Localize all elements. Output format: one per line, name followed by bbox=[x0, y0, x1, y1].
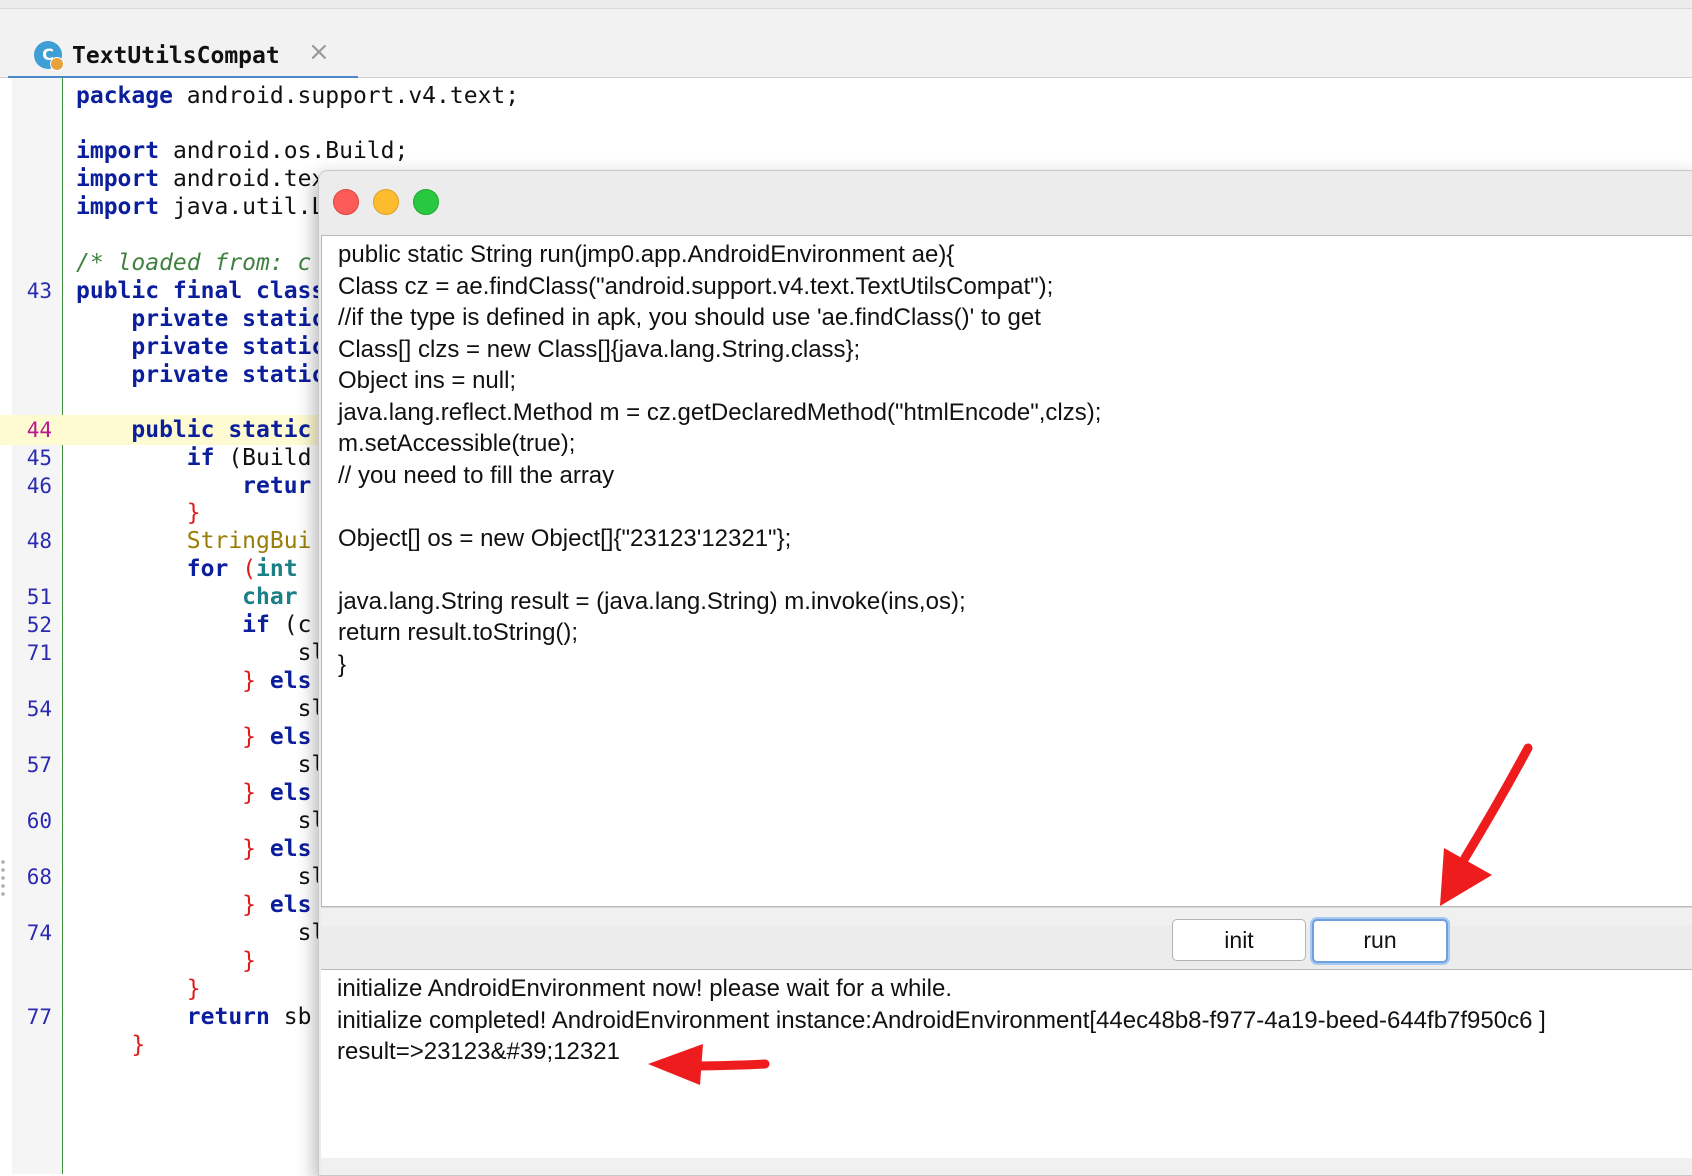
line-number: 44 bbox=[26, 418, 52, 442]
window-titlebar[interactable] bbox=[319, 171, 1692, 235]
script-line: //if the type is defined in apk, you sho… bbox=[338, 304, 1041, 331]
code-text: android.support.v4.text; bbox=[172, 83, 520, 109]
tab-title: TextUtilsCompat bbox=[72, 43, 280, 69]
line-number: 57 bbox=[26, 753, 52, 777]
keyword: els bbox=[269, 724, 312, 750]
script-line: Class cz = ae.findClass("android.support… bbox=[338, 273, 1054, 300]
horizontal-scrollbar[interactable] bbox=[321, 907, 1692, 926]
minimize-window-button[interactable] bbox=[373, 189, 399, 215]
keyword: private static bbox=[131, 334, 326, 360]
keyword: package bbox=[76, 83, 173, 109]
code-line: package android.support.v4.text; bbox=[0, 81, 1692, 111]
code-type: StringBui bbox=[186, 528, 312, 554]
keyword: import bbox=[76, 194, 160, 220]
script-line: return result.toString(); bbox=[338, 619, 579, 646]
line-number: 68 bbox=[26, 865, 52, 889]
keyword: import bbox=[76, 166, 160, 192]
line-number: 77 bbox=[26, 1005, 52, 1029]
code-text: android.tex bbox=[159, 166, 326, 192]
line-number: 52 bbox=[26, 613, 52, 637]
keyword: private static bbox=[131, 362, 326, 388]
lock-badge-icon bbox=[50, 57, 64, 71]
script-line: java.lang.reflect.Method m = cz.getDecla… bbox=[338, 399, 1102, 426]
script-line: Object[] os = new Object[]{"23123'12321"… bbox=[338, 525, 792, 552]
console-line: initialize completed! AndroidEnvironment… bbox=[337, 1007, 1546, 1034]
close-window-button[interactable] bbox=[333, 189, 359, 215]
keyword: els bbox=[269, 836, 312, 862]
code-text: java.util.L bbox=[159, 194, 326, 220]
script-line: Object ins = null; bbox=[338, 367, 517, 394]
class-icon: C bbox=[34, 41, 64, 71]
line-number: 43 bbox=[26, 279, 52, 303]
code-text: android.os.Build; bbox=[159, 138, 409, 164]
code-comment: /* loaded from: c bbox=[76, 250, 312, 276]
code-text: sb bbox=[269, 1004, 312, 1030]
keyword: for bbox=[186, 556, 229, 582]
script-line: Class[] clzs = new Class[]{java.lang.Str… bbox=[338, 336, 861, 363]
run-button[interactable]: run bbox=[1312, 919, 1448, 963]
keyword: public static bbox=[131, 417, 312, 443]
console-result-line: result=>23123&#39;12321 bbox=[337, 1038, 620, 1065]
keyword: import bbox=[76, 138, 160, 164]
script-editor[interactable]: public static String run(jmp0.app.Androi… bbox=[321, 235, 1692, 907]
keyword: if bbox=[186, 445, 215, 471]
line-number: 60 bbox=[26, 809, 52, 833]
script-line: public static String run(jmp0.app.Androi… bbox=[338, 241, 955, 268]
script-line: m.setAccessible(true); bbox=[338, 430, 576, 457]
top-strip bbox=[0, 0, 1692, 9]
tab-textutilscompat[interactable]: C TextUtilsCompat × bbox=[8, 27, 358, 80]
keyword: els bbox=[269, 780, 312, 806]
script-line: java.lang.String result = (java.lang.Str… bbox=[338, 588, 966, 615]
keyword: els bbox=[269, 668, 312, 694]
close-icon[interactable]: × bbox=[308, 37, 330, 67]
keyword: private static bbox=[131, 306, 326, 332]
line-number: 45 bbox=[26, 446, 52, 470]
keyword: public final class bbox=[76, 278, 326, 304]
editor-tab-bar: C TextUtilsCompat × bbox=[0, 9, 1692, 80]
code-text: (Build bbox=[214, 445, 312, 471]
line-number: 51 bbox=[26, 585, 52, 609]
script-runner-window: public static String run(jmp0.app.Androi… bbox=[318, 170, 1692, 1176]
init-button[interactable]: init bbox=[1172, 919, 1306, 961]
script-line: // you need to fill the array bbox=[338, 462, 615, 489]
line-number: 46 bbox=[26, 474, 52, 498]
zoom-window-button[interactable] bbox=[413, 189, 439, 215]
keyword: if bbox=[242, 612, 270, 638]
line-number: 71 bbox=[26, 641, 52, 665]
keyword: return bbox=[186, 1004, 270, 1030]
keyword: els bbox=[269, 892, 312, 918]
line-number: 48 bbox=[26, 529, 52, 553]
console-line: initialize AndroidEnvironment now! pleas… bbox=[337, 975, 952, 1002]
line-number: 74 bbox=[26, 921, 52, 945]
code-line: import android.os.Build; bbox=[0, 136, 1692, 166]
keyword: int bbox=[256, 556, 298, 582]
line-number: 54 bbox=[26, 697, 52, 721]
keyword: retur bbox=[242, 473, 312, 499]
output-console[interactable]: initialize AndroidEnvironment now! pleas… bbox=[321, 969, 1692, 1175]
horizontal-scrollbar[interactable] bbox=[321, 1158, 1692, 1175]
keyword: char bbox=[242, 584, 298, 610]
script-line: } bbox=[338, 651, 347, 678]
code-text: (c bbox=[269, 612, 312, 638]
